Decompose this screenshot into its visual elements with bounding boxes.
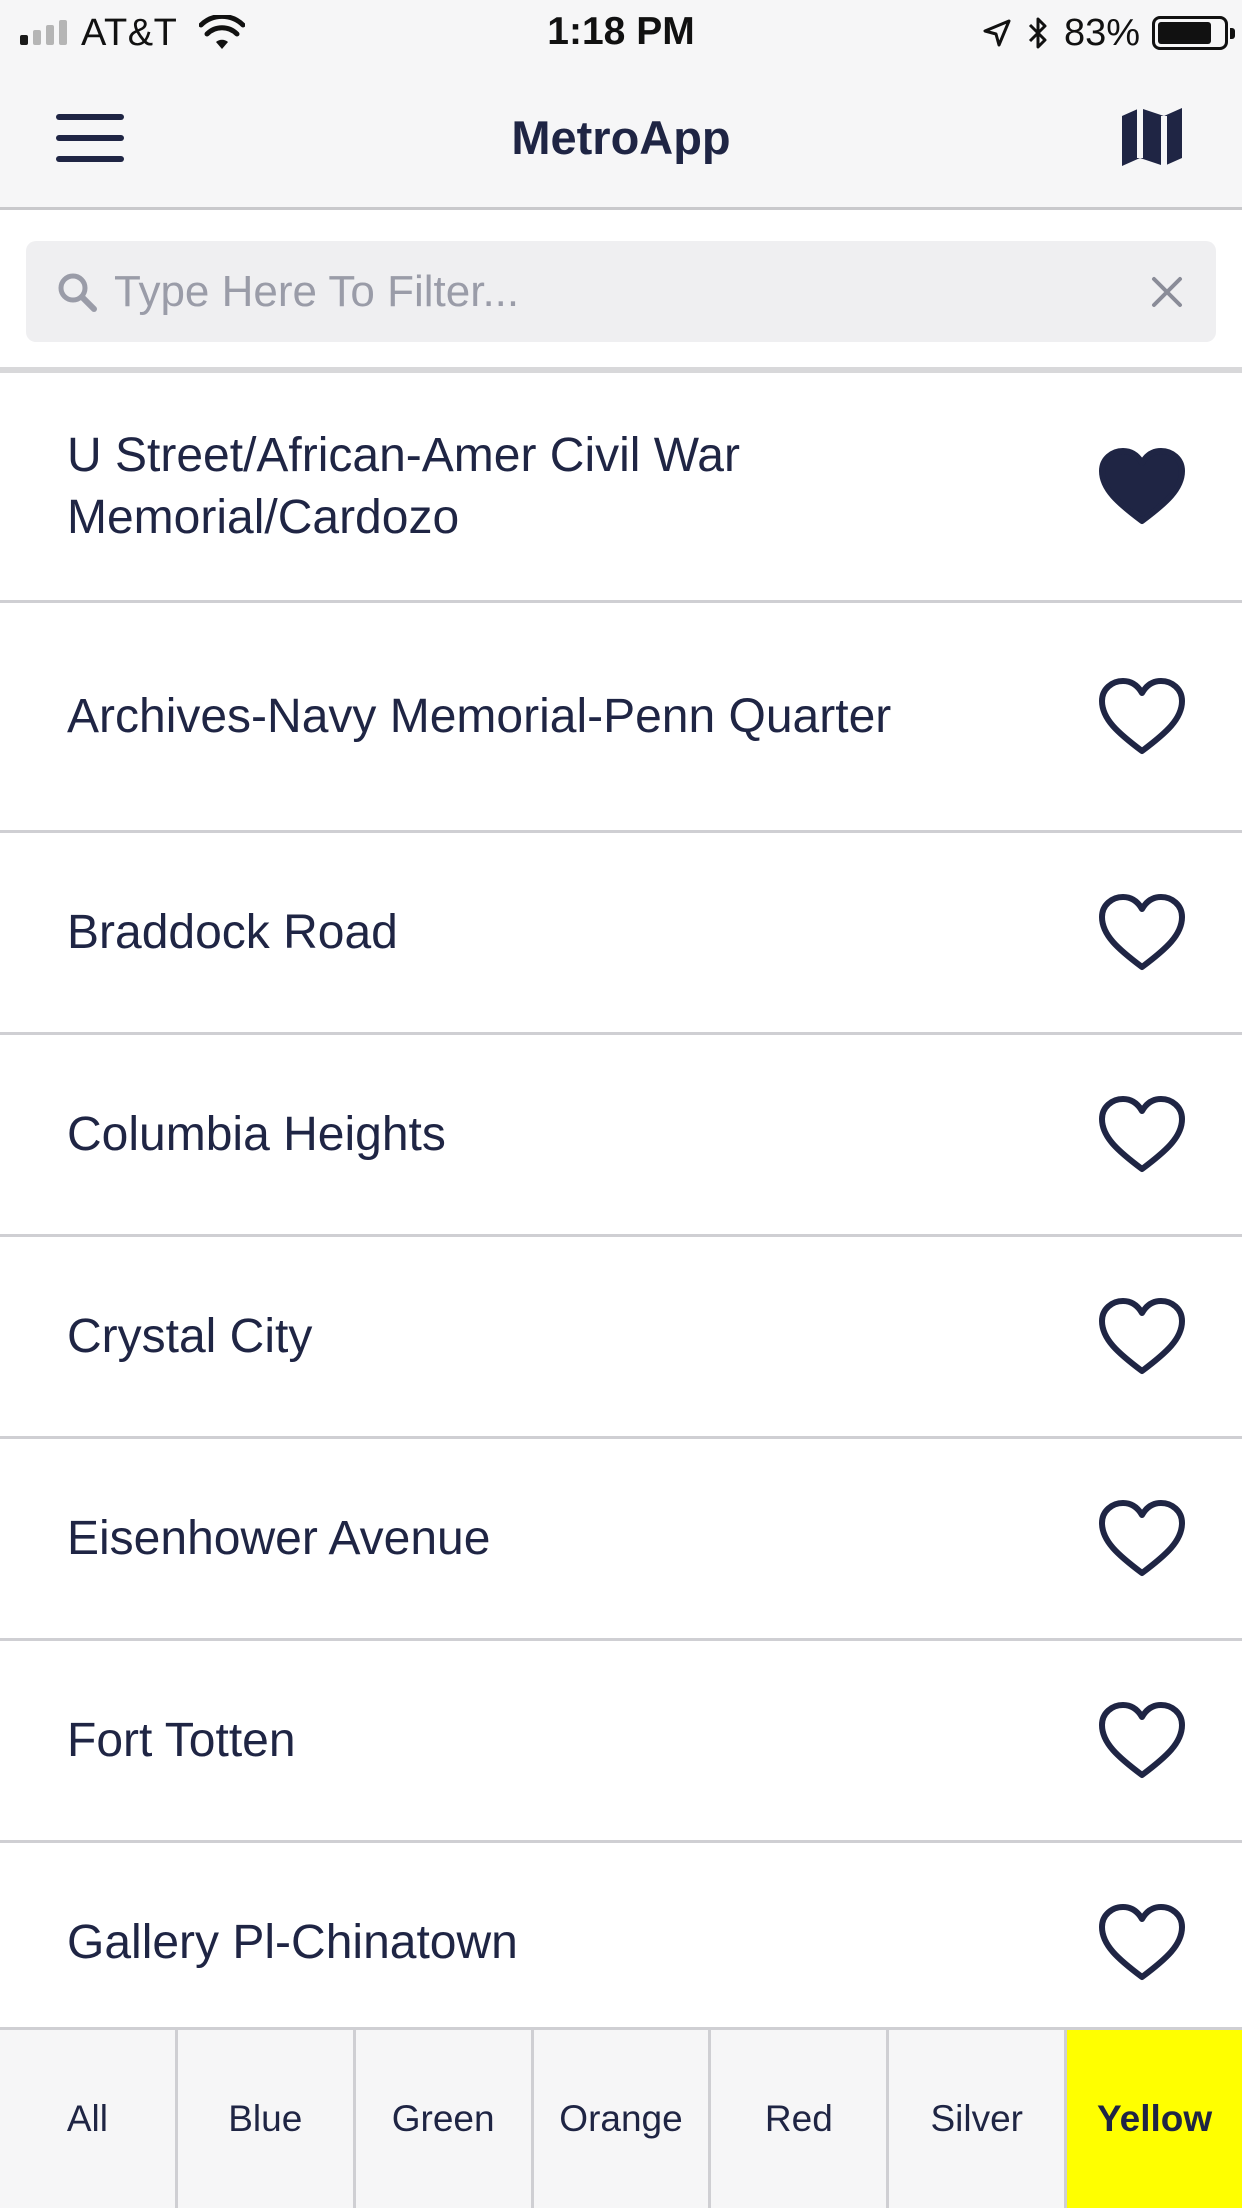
nav-bar: MetroApp xyxy=(0,66,1242,210)
status-bar: AT&T 1:18 PM 83% xyxy=(0,0,1242,66)
tab-silver[interactable]: Silver xyxy=(889,2030,1068,2208)
station-name: U Street/African-Amer Civil War Memorial… xyxy=(67,428,740,544)
station-name: Archives-Navy Memorial-Penn Quarter xyxy=(67,689,892,743)
tab-yellow[interactable]: Yellow xyxy=(1067,2030,1242,2208)
station-name: Gallery Pl-Chinatown xyxy=(67,1915,518,1969)
favorite-heart-outline-icon[interactable] xyxy=(1098,893,1186,973)
favorite-heart-outline-icon[interactable] xyxy=(1098,1095,1186,1175)
station-row[interactable]: Columbia Heights xyxy=(0,1035,1242,1237)
search-icon xyxy=(58,273,97,312)
station-name: Crystal City xyxy=(67,1309,313,1363)
search-input[interactable] xyxy=(114,241,1114,342)
page-title: MetroApp xyxy=(511,111,731,164)
bluetooth-icon xyxy=(1028,17,1047,49)
tab-orange[interactable]: Orange xyxy=(534,2030,712,2208)
tab-green[interactable]: Green xyxy=(356,2030,534,2208)
station-row[interactable]: U Street/African-Amer Civil War Memorial… xyxy=(0,373,1242,603)
status-right: 83% xyxy=(982,10,1235,56)
station-row[interactable]: Crystal City xyxy=(0,1237,1242,1439)
station-row[interactable]: Gallery Pl-Chinatown xyxy=(0,1843,1242,2045)
station-name: Fort Totten xyxy=(67,1713,296,1767)
search-box xyxy=(26,241,1216,342)
location-arrow-icon xyxy=(983,19,1011,47)
filter-area xyxy=(0,213,1242,373)
favorite-heart-outline-icon[interactable] xyxy=(1098,1499,1186,1579)
clear-icon[interactable] xyxy=(1148,273,1186,311)
station-row[interactable]: Braddock Road xyxy=(0,833,1242,1035)
favorite-heart-outline-icon[interactable] xyxy=(1098,1903,1186,1983)
favorite-heart-outline-icon[interactable] xyxy=(1098,1297,1186,1377)
station-name: Braddock Road xyxy=(67,905,398,959)
battery-icon xyxy=(1152,16,1235,50)
station-row[interactable]: Fort Totten xyxy=(0,1641,1242,1843)
station-list: U Street/African-Amer Civil War Memorial… xyxy=(0,373,1242,2045)
tab-all[interactable]: All xyxy=(0,2030,178,2208)
station-name: Eisenhower Avenue xyxy=(67,1511,491,1565)
battery-percent: 83% xyxy=(1063,11,1140,54)
line-filter-tabs: All Blue Green Orange Red Silver Yellow xyxy=(0,2027,1242,2208)
tab-red[interactable]: Red xyxy=(711,2030,890,2208)
map-icon[interactable] xyxy=(1118,104,1186,170)
station-row[interactable]: Eisenhower Avenue xyxy=(0,1439,1242,1641)
station-row[interactable]: Archives-Navy Memorial-Penn Quarter xyxy=(0,603,1242,833)
favorite-heart-filled-icon[interactable] xyxy=(1098,447,1186,527)
favorite-heart-outline-icon[interactable] xyxy=(1098,1701,1186,1781)
tab-blue[interactable]: Blue xyxy=(178,2030,356,2208)
station-name: Columbia Heights xyxy=(67,1107,446,1161)
favorite-heart-outline-icon[interactable] xyxy=(1098,677,1186,757)
